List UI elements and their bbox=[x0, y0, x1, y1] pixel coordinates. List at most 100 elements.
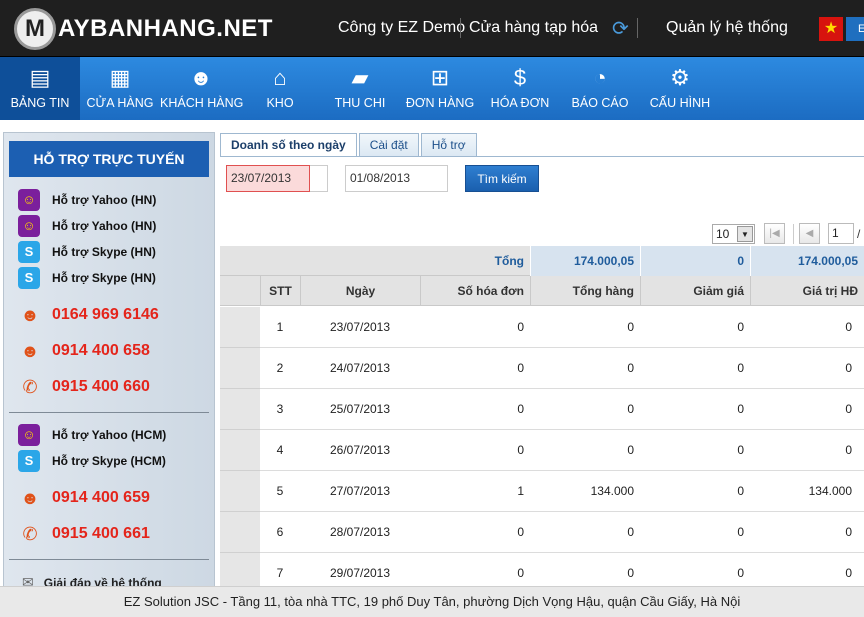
support-yahoo-hn-1[interactable]: ☺ Hỗ trợ Yahoo (HN) bbox=[18, 189, 156, 211]
refresh-icon[interactable]: ⟳ bbox=[612, 18, 632, 40]
support-skype-hcm[interactable]: S Hỗ trợ Skype (HCM) bbox=[18, 450, 166, 472]
support-label: Hỗ trợ Skype (HCM) bbox=[52, 454, 166, 468]
table-row[interactable]: 5 27/07/2013 1 134.000 0 134.000 bbox=[220, 471, 864, 512]
first-page-icon: |◀ bbox=[769, 228, 780, 239]
support-yahoo-hcm[interactable]: ☺ Hỗ trợ Yahoo (HCM) bbox=[18, 424, 166, 446]
nav-label: BẢNG TIN bbox=[10, 96, 70, 110]
report-tabs: Doanh số theo ngày Cài đặt Hỗ trợ bbox=[220, 133, 479, 157]
nav-label: KHO bbox=[266, 96, 294, 110]
date-from-picker[interactable] bbox=[310, 165, 328, 192]
system-admin-link[interactable]: Quản lý hệ thống bbox=[666, 19, 788, 37]
phone-number: 0914 400 658 bbox=[52, 342, 150, 359]
hotline-hn-1[interactable]: ☻ 0164 969 6146 bbox=[18, 303, 159, 327]
cell-discount: 0 bbox=[737, 566, 744, 580]
col-stt[interactable]: STT bbox=[260, 276, 300, 306]
tab-settings[interactable]: Cài đặt bbox=[358, 133, 419, 156]
row-gutter bbox=[220, 307, 260, 348]
report-icon: ◔ bbox=[593, 65, 607, 90]
table-row[interactable]: 4 26/07/2013 0 0 0 0 bbox=[220, 430, 864, 471]
cell-invoice-count: 1 bbox=[517, 484, 524, 498]
cell-total-goods: 0 bbox=[627, 361, 634, 375]
tab-help[interactable]: Hỗ trợ bbox=[420, 133, 477, 156]
cell-total-goods: 0 bbox=[627, 525, 634, 539]
store-name[interactable]: Cửa hàng tạp hóa bbox=[469, 19, 598, 37]
table-row[interactable]: 1 23/07/2013 0 0 0 0 bbox=[220, 307, 864, 348]
cell-date: 23/07/2013 bbox=[329, 320, 391, 334]
hotline-hn-2[interactable]: ☻ 0914 400 658 bbox=[18, 339, 150, 363]
table-row[interactable]: 3 25/07/2013 0 0 0 0 bbox=[220, 389, 864, 430]
company-name[interactable]: Công ty EZ Demo bbox=[338, 19, 465, 37]
hotline-hn-3[interactable]: ✆ 0915 400 660 bbox=[18, 375, 149, 399]
cell-stt: 5 bbox=[276, 484, 284, 498]
cell-date: 29/07/2013 bbox=[329, 566, 391, 580]
nav-label: CẤU HÌNH bbox=[649, 96, 711, 110]
col-invoice-value[interactable]: Giá trị HĐ bbox=[750, 276, 864, 306]
cell-date: 28/07/2013 bbox=[329, 525, 391, 539]
nav-invoices[interactable]: $ HÓA ĐƠN bbox=[478, 57, 562, 120]
cell-invoice-value: 0 bbox=[845, 402, 852, 416]
phone-icon: ✆ bbox=[22, 377, 38, 397]
col-total-goods[interactable]: Tổng hàng bbox=[530, 276, 640, 306]
col-date[interactable]: Ngày bbox=[300, 276, 420, 306]
top-header: M AYBANHANG.NET Công ty EZ Demo Cửa hàng… bbox=[0, 0, 864, 57]
skype-icon: S bbox=[18, 241, 40, 263]
col-discount[interactable]: Giảm giá bbox=[640, 276, 750, 306]
tab-underline bbox=[220, 156, 864, 157]
cell-invoice-value: 0 bbox=[845, 361, 852, 375]
nav-warehouse[interactable]: ⌂ KHO bbox=[242, 57, 318, 120]
grid-header: STT Ngày Số hóa đơn Tổng hàng Giảm giá G… bbox=[220, 276, 864, 306]
nav-label: THU CHI bbox=[334, 96, 386, 110]
prev-page-button[interactable]: ◀ bbox=[799, 223, 820, 244]
language-button[interactable]: E bbox=[846, 17, 864, 41]
cell-date: 25/07/2013 bbox=[329, 402, 391, 416]
table-row[interactable]: 7 29/07/2013 0 0 0 0 bbox=[220, 553, 864, 590]
cell-total-goods: 0 bbox=[627, 443, 634, 457]
tab-daily-sales[interactable]: Doanh số theo ngày bbox=[220, 133, 357, 157]
support-yahoo-hn-2[interactable]: ☺ Hỗ trợ Yahoo (HN) bbox=[18, 215, 156, 237]
support-label: Hỗ trợ Yahoo (HN) bbox=[52, 219, 157, 233]
summary-invoice-value: 174.000,05 bbox=[750, 246, 864, 276]
row-gutter bbox=[220, 430, 260, 471]
nav-label: KHÁCH HÀNG bbox=[160, 96, 244, 110]
phone-number: 0915 400 661 bbox=[52, 525, 150, 542]
nav-dashboard[interactable]: ▤ BẢNG TIN bbox=[0, 57, 80, 120]
cell-invoice-count: 0 bbox=[517, 402, 524, 416]
invoice-icon: $ bbox=[513, 65, 527, 90]
hotline-hcm-1[interactable]: ☻ 0914 400 659 bbox=[18, 486, 150, 510]
cell-invoice-value: 0 bbox=[845, 443, 852, 457]
cell-stt: 2 bbox=[276, 361, 284, 375]
nav-store[interactable]: ▦ CỬA HÀNG bbox=[80, 57, 160, 120]
warehouse-icon: ⌂ bbox=[273, 65, 287, 90]
col-invoice-count[interactable]: Số hóa đơn bbox=[420, 276, 530, 306]
settings-icon: ⚙ bbox=[670, 65, 690, 90]
page-size-select[interactable]: 10 ▼ bbox=[712, 224, 755, 244]
nav-settings[interactable]: ⚙ CẤU HÌNH bbox=[638, 57, 722, 120]
nav-orders[interactable]: ⊞ ĐƠN HÀNG bbox=[402, 57, 478, 120]
date-to-input[interactable]: 01/08/2013 bbox=[345, 165, 448, 192]
cell-invoice-count: 0 bbox=[517, 443, 524, 457]
cell-stt: 4 bbox=[276, 443, 284, 457]
page-number-input[interactable]: 1 bbox=[828, 223, 854, 244]
search-button[interactable]: Tìm kiếm bbox=[465, 165, 539, 192]
site-logo[interactable]: M AYBANHANG.NET bbox=[14, 8, 273, 50]
nav-customers[interactable]: ☻ KHÁCH HÀNG bbox=[160, 57, 244, 120]
date-from-input[interactable]: 23/07/2013 bbox=[226, 165, 310, 192]
first-page-button[interactable]: |◀ bbox=[764, 223, 785, 244]
cell-invoice-count: 0 bbox=[517, 361, 524, 375]
cell-discount: 0 bbox=[737, 484, 744, 498]
vietnam-flag-icon[interactable]: ★ bbox=[819, 17, 843, 41]
cell-invoice-value: 0 bbox=[845, 320, 852, 334]
nav-cashflow[interactable]: ▰ THU CHI bbox=[318, 57, 402, 120]
cell-discount: 0 bbox=[737, 320, 744, 334]
cell-date: 24/07/2013 bbox=[329, 361, 391, 375]
support-skype-hn-1[interactable]: S Hỗ trợ Skype (HN) bbox=[18, 241, 156, 263]
summary-label: Tổng bbox=[494, 254, 524, 268]
nav-reports[interactable]: ◔ BÁO CÁO bbox=[562, 57, 638, 120]
row-gutter bbox=[220, 553, 260, 590]
main-nav: ▤ BẢNG TIN ▦ CỬA HÀNG ☻ KHÁCH HÀNG ⌂ KHO… bbox=[0, 57, 864, 120]
support-skype-hn-2[interactable]: S Hỗ trợ Skype (HN) bbox=[18, 267, 156, 289]
table-row[interactable]: 6 28/07/2013 0 0 0 0 bbox=[220, 512, 864, 553]
sidebar-title: HỖ TRỢ TRỰC TUYẾN bbox=[9, 141, 209, 177]
hotline-hcm-2[interactable]: ✆ 0915 400 661 bbox=[18, 522, 150, 546]
table-row[interactable]: 2 24/07/2013 0 0 0 0 bbox=[220, 348, 864, 389]
